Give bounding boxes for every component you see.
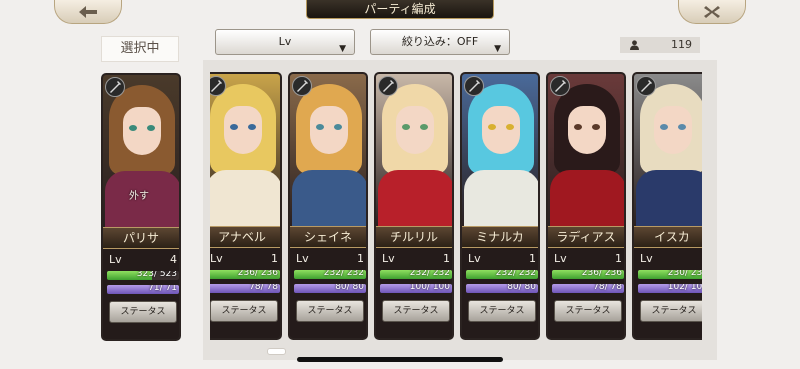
mp-value: 71/ 71 (148, 285, 177, 293)
close-icon (704, 5, 720, 18)
mp-bar: 78/ 78 (552, 284, 624, 293)
status-button[interactable]: ステータス (382, 300, 450, 322)
level-label: Lv (640, 252, 653, 265)
character-card[interactable]: ミナルカ Lv 1 232/ 232 80/ 80 ステータス (460, 72, 540, 340)
character-portrait (210, 74, 280, 226)
back-arrow-icon (79, 5, 97, 18)
hp-bar: 232/ 232 (466, 270, 538, 279)
character-name: ミナルカ (462, 226, 538, 248)
status-button[interactable]: ステータス (109, 301, 177, 323)
mp-bar: 102/ 102 (638, 284, 702, 293)
status-button[interactable]: ステータス (468, 300, 536, 322)
mp-bar: 71/ 71 (107, 285, 179, 294)
chevron-down-icon: ▼ (494, 44, 501, 54)
character-card[interactable]: イスカ Lv 1 230/ 230 102/ 102 ステータス (632, 72, 702, 340)
character-name: シェイネ (290, 226, 366, 248)
hp-value: 236/ 236 (581, 270, 622, 278)
person-icon (630, 40, 639, 50)
mp-value: 80/ 80 (507, 284, 536, 292)
hp-value: 230/ 230 (667, 270, 702, 278)
level-label: Lv (382, 252, 395, 265)
level-value: 1 (271, 252, 278, 265)
level-row: Lv 4 (109, 253, 177, 267)
character-name: アナベル (210, 226, 280, 248)
mp-value: 80/ 80 (335, 284, 364, 292)
status-button[interactable]: ステータス (554, 300, 622, 322)
character-card[interactable]: チルリル Lv 1 232/ 232 100/ 100 ステータス (374, 72, 454, 340)
level-value: 1 (615, 252, 622, 265)
unit-count-value: 119 (671, 38, 692, 51)
weapon-type-icon (636, 76, 656, 96)
level-row: Lv 1 (210, 252, 278, 266)
mp-value: 78/ 78 (593, 284, 622, 292)
level-row: Lv 1 (640, 252, 702, 266)
level-row: Lv 1 (554, 252, 622, 266)
level-label: Lv (554, 252, 567, 265)
character-list[interactable]: アナベル Lv 1 236/ 236 78/ 78 ステータス シェイネ Lv (210, 62, 702, 344)
hp-bar: 230/ 230 (638, 270, 702, 279)
mp-bar: 78/ 78 (210, 284, 280, 293)
weapon-type-icon (292, 76, 312, 96)
hp-value: 232/ 232 (409, 270, 450, 278)
scrollbar-thumb[interactable] (267, 348, 286, 355)
sort-dropdown[interactable]: Lv ▼ (215, 29, 355, 55)
status-button[interactable]: ステータス (296, 300, 364, 322)
hp-value: 232/ 232 (323, 270, 364, 278)
filter-dropdown[interactable]: 絞り込み：OFF ▼ (370, 29, 510, 55)
weapon-type-icon (105, 77, 125, 97)
level-value: 1 (443, 252, 450, 265)
weapon-type-icon (210, 76, 226, 96)
level-label: Lv (296, 252, 309, 265)
weapon-type-icon (464, 76, 484, 96)
hp-bar: 323/ 523 (107, 271, 179, 280)
close-button[interactable] (678, 0, 746, 24)
hp-bar: 232/ 232 (380, 270, 452, 279)
level-label: Lv (109, 253, 122, 266)
level-value: 1 (701, 252, 702, 265)
sort-value: Lv (278, 35, 292, 48)
back-button[interactable] (54, 0, 122, 24)
hp-value: 236/ 236 (237, 270, 278, 278)
party-formation-screen: パーティ編成 選択中 Lv ▼ 絞り込み：OFF ▼ 119 外す パリサ Lv… (0, 0, 800, 369)
character-card[interactable]: シェイネ Lv 1 232/ 232 80/ 80 ステータス (288, 72, 368, 340)
status-button[interactable]: ステータス (640, 300, 702, 322)
hp-bar: 236/ 236 (210, 270, 280, 279)
hp-value: 323/ 523 (136, 271, 177, 279)
character-name: パリサ (103, 227, 179, 249)
level-value: 1 (529, 252, 536, 265)
chevron-down-icon: ▼ (339, 44, 346, 54)
mp-value: 78/ 78 (249, 284, 278, 292)
mp-value: 100/ 100 (409, 284, 450, 292)
filter-value: 絞り込み：OFF (401, 35, 479, 48)
selected-character-card[interactable]: 外す パリサ Lv 4 323/ 523 71/ 71 ステータス (101, 73, 181, 341)
unit-count: 119 (620, 37, 700, 53)
hp-bar: 232/ 232 (294, 270, 366, 279)
character-card[interactable]: アナベル Lv 1 236/ 236 78/ 78 ステータス (210, 72, 282, 340)
home-indicator (297, 357, 503, 362)
hp-value: 232/ 232 (495, 270, 536, 278)
weapon-type-icon (550, 76, 570, 96)
level-label: Lv (210, 252, 223, 265)
character-name: ラディアス (548, 226, 624, 248)
level-value: 1 (357, 252, 364, 265)
character-name: チルリル (376, 226, 452, 248)
mp-bar: 80/ 80 (466, 284, 538, 293)
hp-bar: 236/ 236 (552, 270, 624, 279)
level-label: Lv (468, 252, 481, 265)
level-row: Lv 1 (296, 252, 364, 266)
level-row: Lv 1 (382, 252, 450, 266)
page-title: パーティ編成 (306, 0, 494, 19)
mp-bar: 100/ 100 (380, 284, 452, 293)
weapon-type-icon (378, 76, 398, 96)
character-name: イスカ (634, 226, 702, 248)
level-row: Lv 1 (468, 252, 536, 266)
mp-bar: 80/ 80 (294, 284, 366, 293)
remove-tag[interactable]: 外す (129, 187, 149, 202)
status-button[interactable]: ステータス (210, 300, 278, 322)
character-card[interactable]: ラディアス Lv 1 236/ 236 78/ 78 ステータス (546, 72, 626, 340)
selected-label: 選択中 (101, 36, 179, 62)
level-value: 4 (170, 253, 177, 266)
mp-value: 102/ 102 (667, 284, 702, 292)
